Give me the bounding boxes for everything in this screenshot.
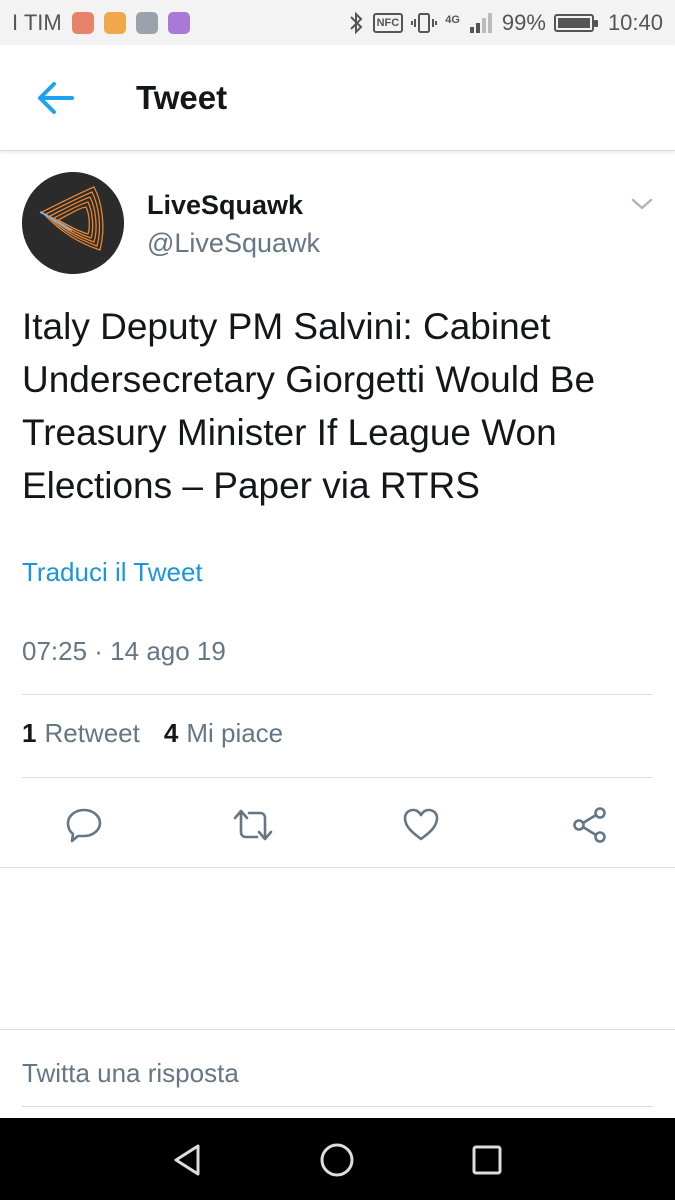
tweet-stats: 1 Retweet 4 Mi piace: [22, 718, 283, 749]
divider: [22, 694, 653, 695]
retweet-icon: [233, 809, 273, 841]
nav-home-button[interactable]: [313, 1136, 361, 1184]
reply-icon: [66, 808, 102, 843]
tweet-text: Italy Deputy PM Salvini: Cabinet Underse…: [22, 306, 596, 506]
keyboard-notification-icon: [167, 11, 190, 34]
square-recents-icon: [472, 1145, 502, 1175]
reply-input[interactable]: Twitta una risposta: [22, 1058, 239, 1089]
navigation-bar: [0, 1118, 675, 1200]
chevron-down-icon: [631, 198, 653, 210]
network-type: 4G: [445, 13, 460, 26]
share-icon: [573, 807, 606, 843]
divider: [0, 1029, 675, 1030]
status-bar: I TIM NFC 4G 99% 10:40: [0, 0, 675, 45]
author-name[interactable]: LiveSquawk: [147, 190, 303, 221]
circle-home-icon: [320, 1143, 354, 1177]
back-button[interactable]: [26, 68, 86, 128]
tweet-actions: [0, 795, 675, 855]
mail-notification-icon: [71, 11, 94, 34]
clock: 10:40: [607, 9, 663, 35]
divider: [22, 777, 653, 778]
status-right: NFC 4G 99% 10:40: [347, 10, 663, 36]
author-handle[interactable]: @LiveSquawk: [147, 228, 320, 259]
like-count: 4: [163, 718, 179, 748]
tweet-timestamp: 07:25 · 14 ago 19: [22, 636, 226, 666]
battery-fill: [557, 17, 590, 28]
vibrate-icon: [411, 12, 438, 33]
retweet-count: 1: [22, 718, 37, 748]
livesquawk-logo-icon: [22, 172, 124, 274]
battery-icon: [553, 13, 598, 32]
nav-recents-button[interactable]: [463, 1136, 511, 1184]
nav-back-button[interactable]: [164, 1136, 212, 1184]
carrier-name: I TIM: [12, 9, 62, 35]
translate-tweet-link[interactable]: Traduci il Tweet: [22, 557, 203, 588]
retweet-stat[interactable]: 1 Retweet: [22, 718, 140, 749]
lock-notification-icon: [103, 11, 126, 34]
share-button[interactable]: [566, 801, 614, 849]
like-icon: [403, 808, 439, 841]
like-stat[interactable]: 4 Mi piace: [164, 718, 283, 749]
tweet-menu-button[interactable]: [630, 192, 654, 216]
bluetooth-icon: [349, 11, 363, 34]
divider: [22, 1106, 653, 1107]
arrow-left-icon: [38, 81, 74, 114]
reply-button[interactable]: [60, 801, 108, 849]
status-left: I TIM: [12, 10, 190, 36]
tweet-header: LiveSquawk @LiveSquawk: [22, 172, 662, 274]
signal-strength-icon: [469, 12, 492, 33]
like-label: Mi piace: [186, 718, 284, 748]
avatar[interactable]: [22, 172, 124, 274]
nfc-icon: NFC: [372, 12, 404, 33]
app-bar: Tweet: [0, 45, 675, 151]
gallery-notification-icon: [135, 11, 158, 34]
triangle-back-icon: [174, 1144, 200, 1176]
retweet-label: Retweet: [44, 718, 140, 748]
divider: [0, 867, 675, 868]
retweet-button[interactable]: [229, 801, 277, 849]
page-title: Tweet: [136, 78, 228, 116]
battery-percent: 99%: [501, 9, 546, 35]
like-button[interactable]: [397, 801, 445, 849]
